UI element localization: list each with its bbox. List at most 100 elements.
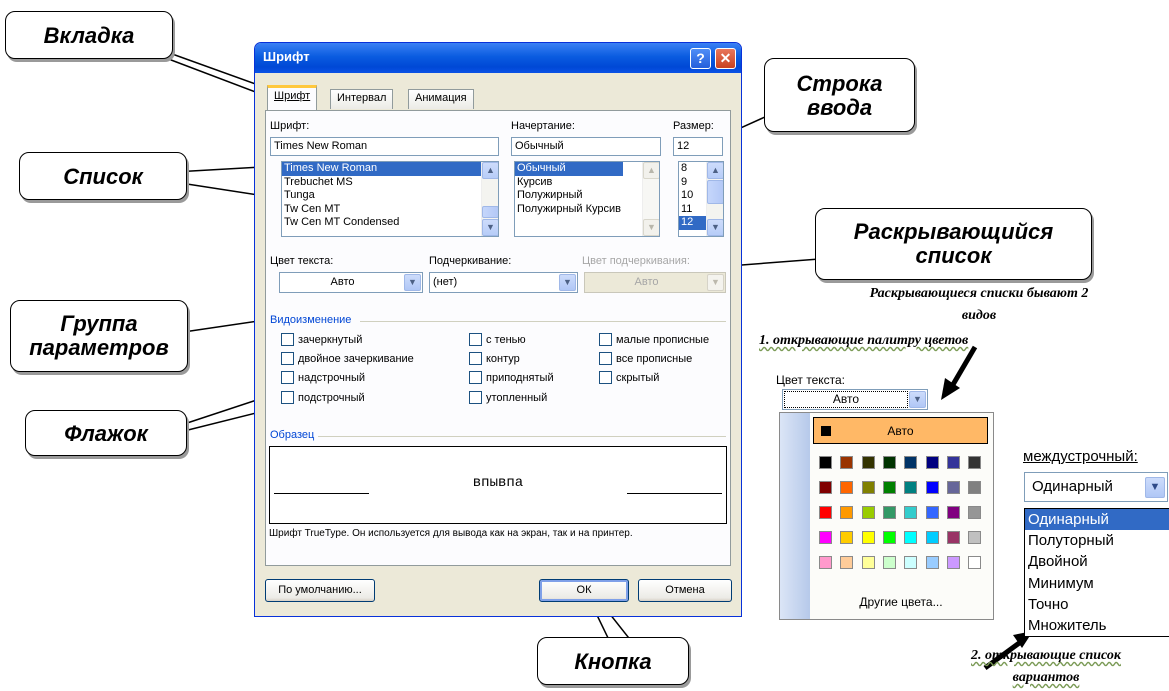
color-swatch[interactable] bbox=[861, 531, 875, 544]
font-list-item[interactable]: Trebuchet MS bbox=[282, 176, 498, 190]
font-list-item[interactable]: Times New Roman bbox=[282, 162, 498, 176]
color-swatch[interactable] bbox=[968, 506, 982, 519]
checkbox-icon[interactable] bbox=[281, 352, 294, 365]
tab-font[interactable]: Шрифт bbox=[267, 85, 318, 110]
color-swatch[interactable] bbox=[819, 556, 832, 569]
checkbox-strikethrough[interactable]: зачеркнутый bbox=[281, 333, 362, 346]
checkbox-icon[interactable] bbox=[281, 371, 294, 384]
color-swatch[interactable] bbox=[819, 531, 832, 544]
checkbox-icon[interactable] bbox=[599, 352, 612, 365]
color-swatch[interactable] bbox=[819, 456, 832, 469]
chevron-down-icon[interactable]: ▼ bbox=[909, 391, 926, 408]
color-swatch[interactable] bbox=[861, 456, 875, 469]
scroll-thumb[interactable] bbox=[707, 180, 723, 204]
tab-spacing[interactable]: Интервал bbox=[330, 89, 394, 109]
ok-button[interactable]: ОК bbox=[539, 579, 629, 602]
color-swatch[interactable] bbox=[925, 506, 939, 519]
color-swatch[interactable] bbox=[882, 556, 896, 569]
color-swatch[interactable] bbox=[861, 481, 875, 494]
color-swatch[interactable] bbox=[904, 456, 918, 469]
size-list[interactable]: 8 9 10 11 12 ▲ ▼ bbox=[678, 161, 724, 237]
color-swatch[interactable] bbox=[968, 531, 982, 544]
line-spacing-option[interactable]: Одинарный bbox=[1025, 509, 1169, 531]
tab-animation[interactable]: Анимация bbox=[408, 89, 474, 109]
checkbox-subscript[interactable]: подстрочный bbox=[281, 391, 365, 404]
checkbox-outline[interactable]: контур bbox=[469, 352, 520, 365]
line-spacing-option[interactable]: Двойной bbox=[1025, 551, 1169, 572]
color-swatch[interactable] bbox=[861, 556, 875, 569]
color-swatch[interactable] bbox=[819, 481, 832, 494]
checkbox-icon[interactable] bbox=[469, 371, 482, 384]
line-spacing-option[interactable]: Множитель bbox=[1025, 615, 1169, 636]
scroll-down-icon[interactable]: ▼ bbox=[482, 219, 498, 236]
checkbox-hidden[interactable]: скрытый bbox=[599, 371, 659, 384]
color-swatch[interactable] bbox=[904, 506, 918, 519]
checkbox-icon[interactable] bbox=[469, 391, 482, 404]
chevron-down-icon[interactable]: ▼ bbox=[559, 274, 576, 291]
color-swatch[interactable] bbox=[882, 531, 896, 544]
text-color-select[interactable]: Авто ▼ bbox=[279, 272, 423, 293]
color-swatch[interactable] bbox=[946, 481, 960, 494]
color-swatch[interactable] bbox=[882, 481, 896, 494]
scroll-up-icon[interactable]: ▲ bbox=[482, 162, 498, 179]
scroll-down-icon[interactable]: ▼ bbox=[707, 219, 723, 236]
font-list-item[interactable]: Tw Cen MT Condensed bbox=[282, 216, 498, 230]
chevron-down-icon[interactable]: ▼ bbox=[1145, 477, 1165, 498]
style-list[interactable]: Обычный Курсив Полужирный Полужирный Кур… bbox=[514, 161, 660, 237]
scroll-up-icon[interactable]: ▲ bbox=[643, 162, 659, 179]
color-swatch[interactable] bbox=[840, 481, 854, 494]
line-spacing-option[interactable]: Полуторный bbox=[1025, 530, 1169, 551]
size-list-item[interactable]: 12 bbox=[679, 216, 707, 230]
palette-example-select[interactable]: Авто ▼ bbox=[782, 389, 928, 410]
color-swatch[interactable] bbox=[968, 556, 982, 569]
color-swatch[interactable] bbox=[904, 531, 918, 544]
checkbox-icon[interactable] bbox=[599, 371, 612, 384]
scroll-up-icon[interactable]: ▲ bbox=[707, 162, 723, 179]
style-list-item[interactable]: Полужирный Курсив bbox=[515, 203, 659, 217]
size-list-scrollbar[interactable]: ▲ ▼ bbox=[706, 162, 723, 236]
color-swatch[interactable] bbox=[946, 556, 960, 569]
font-list-item[interactable]: Tunga bbox=[282, 189, 498, 203]
font-list[interactable]: Times New Roman Trebuchet MS Tunga Tw Ce… bbox=[281, 161, 499, 237]
color-swatch[interactable] bbox=[925, 481, 939, 494]
color-swatch[interactable] bbox=[968, 456, 982, 469]
color-swatch[interactable] bbox=[925, 531, 939, 544]
scroll-thumb[interactable] bbox=[482, 206, 498, 218]
checkbox-small-caps[interactable]: малые прописные bbox=[599, 333, 709, 346]
line-spacing-select[interactable]: Одинарный ▼ bbox=[1024, 472, 1168, 502]
line-spacing-option[interactable]: Точно bbox=[1025, 594, 1169, 615]
palette-auto-option[interactable]: Авто bbox=[813, 417, 988, 444]
color-swatch[interactable] bbox=[882, 506, 896, 519]
font-input[interactable]: Times New Roman bbox=[270, 137, 499, 156]
color-swatch[interactable] bbox=[946, 506, 960, 519]
color-swatch[interactable] bbox=[925, 556, 939, 569]
color-swatch[interactable] bbox=[840, 456, 854, 469]
color-swatch[interactable] bbox=[946, 456, 960, 469]
color-swatch[interactable] bbox=[904, 481, 918, 494]
color-swatch[interactable] bbox=[819, 506, 832, 519]
checkbox-icon[interactable] bbox=[599, 333, 612, 346]
close-icon[interactable]: ✕ bbox=[715, 48, 736, 69]
checkbox-superscript[interactable]: надстрочный bbox=[281, 371, 365, 384]
color-swatch[interactable] bbox=[840, 556, 854, 569]
checkbox-double-strikethrough[interactable]: двойное зачеркивание bbox=[281, 352, 414, 365]
checkbox-all-caps[interactable]: все прописные bbox=[599, 352, 692, 365]
font-list-item[interactable]: Tw Cen MT bbox=[282, 203, 498, 217]
chevron-down-icon[interactable]: ▼ bbox=[404, 274, 421, 291]
checkbox-icon[interactable] bbox=[469, 352, 482, 365]
cancel-button[interactable]: Отмена bbox=[638, 579, 732, 602]
font-list-scrollbar[interactable]: ▲ ▼ bbox=[481, 162, 498, 236]
color-swatch[interactable] bbox=[840, 506, 854, 519]
checkbox-emboss[interactable]: приподнятый bbox=[469, 371, 554, 384]
color-swatch[interactable] bbox=[904, 556, 918, 569]
style-input[interactable]: Обычный bbox=[511, 137, 661, 156]
style-list-scrollbar[interactable]: ▲ ▼ bbox=[642, 162, 659, 236]
color-swatch[interactable] bbox=[946, 531, 960, 544]
checkbox-icon[interactable] bbox=[281, 333, 294, 346]
scroll-down-icon[interactable]: ▼ bbox=[643, 219, 659, 236]
style-list-item[interactable]: Обычный bbox=[515, 162, 623, 176]
style-list-item[interactable]: Полужирный bbox=[515, 189, 659, 203]
size-input[interactable]: 12 bbox=[673, 137, 723, 156]
color-swatch[interactable] bbox=[882, 456, 896, 469]
style-list-item[interactable]: Курсив bbox=[515, 176, 659, 190]
